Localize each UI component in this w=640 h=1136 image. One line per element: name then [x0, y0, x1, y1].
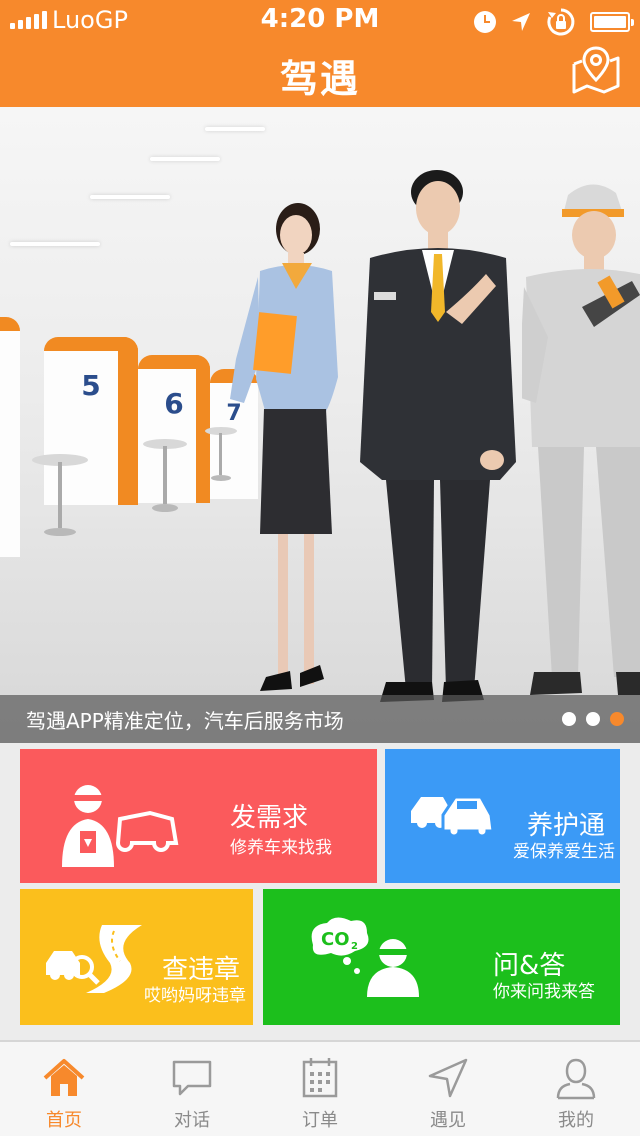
tab-chat[interactable]: 对话: [128, 1042, 256, 1136]
navigation-arrow-icon: [428, 1058, 468, 1098]
promo-banner[interactable]: 5 6 7 驾遇APP精准定位，汽车后服务市场: [0, 107, 640, 743]
tile-post-request[interactable]: 发需求 修养车来找我: [20, 749, 377, 883]
banner-caption-bar: 驾遇APP精准定位，汽车后服务市场: [0, 695, 640, 743]
tile-title: 发需求: [230, 803, 309, 833]
user-icon: [556, 1058, 596, 1100]
service-counter: [0, 317, 20, 557]
map-location-icon[interactable]: [570, 44, 622, 96]
tab-label: 我的: [558, 1110, 594, 1131]
manager-figure: [360, 170, 516, 702]
home-icon: [43, 1059, 85, 1096]
chat-icon: [172, 1060, 212, 1096]
app-header: LuoGP 4:20 PM 驾遇: [0, 0, 640, 107]
calendar-icon: [302, 1058, 338, 1098]
svg-text:2: 2: [351, 941, 358, 952]
mechanic-car-icon: [62, 785, 179, 867]
tile-maintenance[interactable]: 养护通 爱保养爱生活: [385, 749, 620, 883]
tab-orders[interactable]: 订单: [256, 1042, 384, 1136]
carousel-dot[interactable]: [586, 712, 600, 726]
page-title: 驾遇: [279, 57, 360, 101]
location-arrow-icon: [512, 13, 530, 31]
tile-subtitle: 你来问我来答: [493, 982, 595, 1002]
receptionist-figure: [230, 203, 338, 691]
svg-text:CO: CO: [321, 929, 350, 950]
two-cars-icon: [411, 795, 495, 837]
carousel-dot[interactable]: [562, 712, 576, 726]
tile-subtitle: 爱保养爱生活: [513, 842, 615, 862]
tab-discover[interactable]: 遇见: [384, 1042, 512, 1136]
co2-mechanic-icon: CO 2: [311, 917, 419, 997]
carousel-dot-active[interactable]: [610, 712, 624, 726]
carousel-indicator[interactable]: [562, 712, 624, 726]
tab-label: 首页: [46, 1110, 82, 1131]
battery-icon: [590, 12, 634, 32]
tile-subtitle: 哎哟妈呀违章: [144, 986, 246, 1006]
tab-home[interactable]: 首页: [0, 1042, 128, 1136]
bottom-tab-bar: 首页 对话 订单 遇见 我的: [0, 1040, 640, 1136]
tab-label: 对话: [174, 1110, 210, 1131]
tile-violation-check[interactable]: 查违章 哎哟妈呀违章: [20, 889, 253, 1025]
alarm-icon: [474, 11, 496, 33]
mechanic-figure: [522, 184, 640, 695]
tile-subtitle: 修养车来找我: [230, 838, 332, 858]
banner-caption: 驾遇APP精准定位，汽车后服务市场: [26, 709, 344, 733]
tab-label: 订单: [302, 1110, 338, 1131]
bar-stool: [32, 454, 88, 536]
road-car-search-icon: [46, 925, 142, 993]
tab-profile[interactable]: 我的: [512, 1042, 640, 1136]
bar-stool: [143, 439, 187, 512]
rotation-lock-icon: [547, 8, 575, 36]
tile-questions-answers[interactable]: CO 2 问&答 你来问我来答: [263, 889, 620, 1025]
status-bar: LuoGP 4:20 PM: [0, 0, 640, 40]
tab-label: 遇见: [430, 1110, 466, 1131]
